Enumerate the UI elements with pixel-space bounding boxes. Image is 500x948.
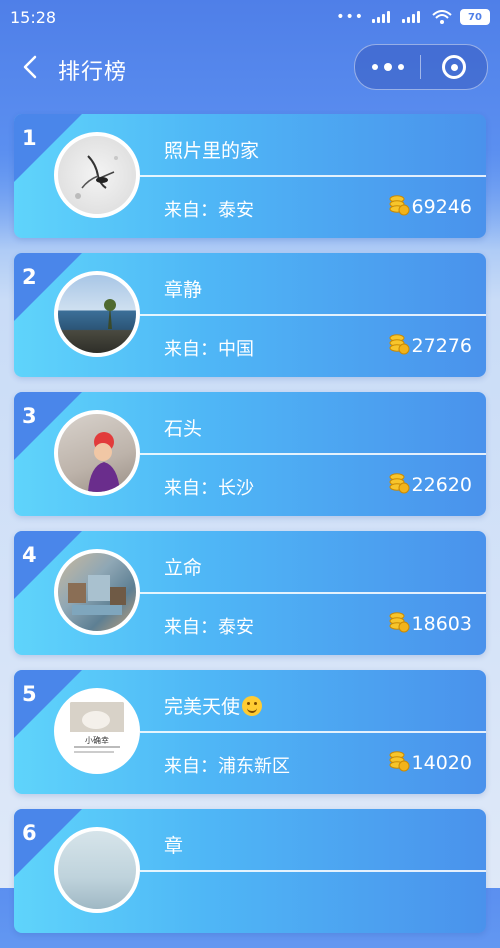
rank-number: 5 [22, 682, 37, 706]
avatar: 小确幸 [54, 688, 140, 774]
capsule-close-button[interactable] [421, 45, 487, 89]
avatar-caption: 小确幸 [85, 736, 109, 745]
rank-number: 1 [22, 126, 37, 150]
signal-icon-2 [402, 11, 424, 23]
card-divider [140, 870, 486, 872]
avatar [54, 827, 140, 913]
user-score: 22620 [411, 474, 472, 496]
ranking-card[interactable]: 1 照片里的家 来自：泰安 69246 [14, 114, 486, 238]
smile-emoji-icon [242, 696, 263, 716]
more-dots-icon: ••• [336, 9, 364, 25]
seaside-photo-image [104, 299, 116, 329]
coin-icon [389, 195, 410, 216]
user-score: 14020 [411, 752, 472, 774]
ranking-card[interactable]: 3 石头 来自：长沙 22620 [14, 392, 486, 516]
capsule-more-button[interactable] [355, 45, 420, 89]
user-location: 来自：泰安 [164, 617, 254, 638]
back-arrow-icon[interactable] [18, 52, 44, 82]
user-name: 完美天使 [164, 692, 263, 719]
user-location: 来自：浦东新区 [164, 756, 290, 777]
coin-icon [389, 612, 410, 633]
rank-number: 4 [22, 543, 37, 567]
battery-icon: 70 [460, 9, 490, 25]
user-location: 来自：泰安 [164, 200, 254, 221]
card-divider [140, 592, 486, 594]
miniprogram-capsule [354, 44, 488, 90]
card-divider [140, 314, 486, 316]
ranking-list: 1 照片里的家 来自：泰安 69246 2 章静 来自：中国 27276 3 石… [14, 114, 486, 948]
card-divider [140, 731, 486, 733]
avatar [54, 132, 140, 218]
signal-icon [372, 11, 394, 23]
user-score: 69246 [411, 196, 472, 218]
card-divider [140, 453, 486, 455]
rank-number: 3 [22, 404, 37, 428]
sheep-card-image [70, 702, 124, 753]
rank-number: 6 [22, 821, 37, 845]
ranking-card[interactable]: 5 小确幸 完美天使 来自：浦东新区 14020 [14, 670, 486, 794]
wifi-icon [432, 10, 452, 24]
crane-ink-image [75, 155, 118, 199]
ranking-card[interactable]: 2 章静 来自：中国 27276 [14, 253, 486, 377]
user-name: 章静 [164, 279, 203, 301]
avatar [54, 271, 140, 357]
user-name: 照片里的家 [164, 140, 260, 162]
page-title: 排行榜 [58, 60, 128, 85]
avatar [54, 410, 140, 496]
user-name-text: 完美天使 [164, 696, 241, 718]
child-photo-image [88, 432, 120, 492]
status-bar: 15:28 ••• 70 [0, 0, 500, 34]
user-name: 石头 [164, 418, 203, 440]
user-score: 27276 [411, 335, 472, 357]
ranking-card[interactable]: 6 章 [14, 809, 486, 933]
target-icon [442, 55, 466, 79]
houses-painting-image [68, 575, 126, 615]
user-score: 18603 [411, 613, 472, 635]
coin-icon [389, 473, 410, 494]
user-name: 立命 [164, 557, 203, 579]
coin-icon [389, 751, 410, 772]
nav-bar: 排行榜 [0, 42, 500, 94]
ranking-card[interactable]: 4 立命 来自：泰安 18603 [14, 531, 486, 655]
status-icons: ••• 70 [336, 9, 490, 25]
card-divider [140, 175, 486, 177]
coin-icon [389, 334, 410, 355]
rank-number: 2 [22, 265, 37, 289]
avatar [54, 549, 140, 635]
user-name: 章 [164, 835, 184, 857]
user-location: 来自：长沙 [164, 478, 254, 499]
status-time: 15:28 [10, 7, 57, 27]
user-location: 来自：中国 [164, 339, 254, 360]
